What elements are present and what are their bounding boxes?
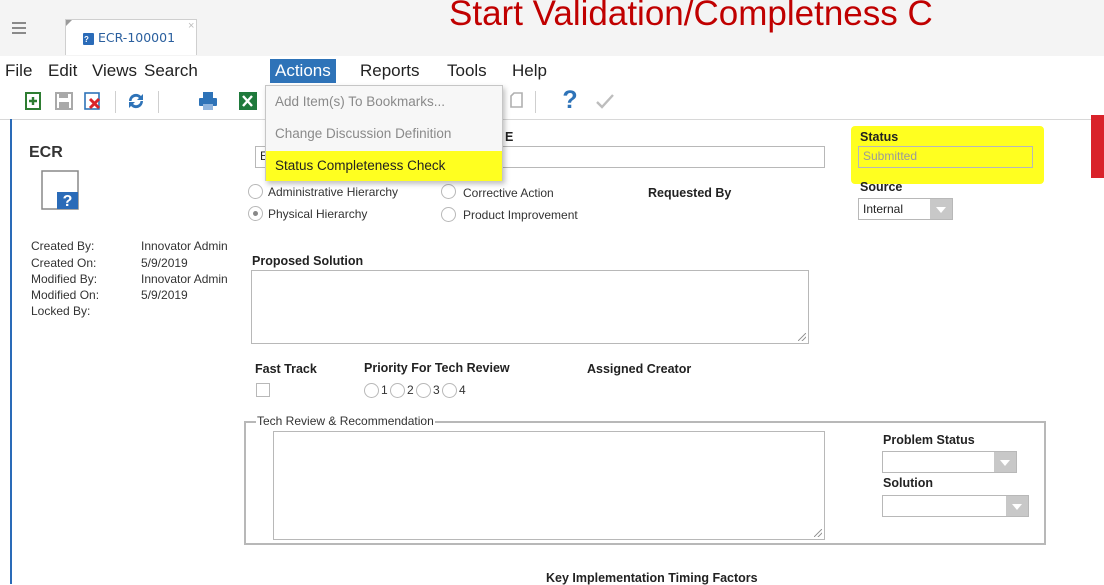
menu-actions[interactable]: Actions [270, 59, 336, 83]
ecr-document-icon: ? [41, 170, 79, 210]
svg-text:?: ? [63, 193, 73, 210]
menu-views[interactable]: Views [87, 59, 142, 83]
tech-review-legend: Tech Review & Recommendation [256, 414, 435, 428]
resize-grip-icon[interactable] [814, 529, 822, 537]
actions-dropdown: Add Item(s) To Bookmarks... Change Discu… [265, 85, 503, 181]
menu-bar: File Edit Views Search Actions Reports T… [0, 56, 1104, 85]
priority-3-label: 3 [433, 383, 440, 397]
radio-priority-2[interactable] [390, 383, 405, 398]
priority-2-label: 2 [407, 383, 414, 397]
problem-status-select[interactable] [882, 451, 1017, 473]
menu-add-to-bookmarks[interactable]: Add Item(s) To Bookmarks... [266, 87, 502, 117]
proposed-solution-textarea[interactable] [251, 270, 809, 344]
tab-label: ECR-100001 [98, 30, 176, 45]
menu-change-discussion-definition[interactable]: Change Discussion Definition [266, 119, 502, 149]
created-by-label: Created By: [31, 239, 95, 253]
timing-factors-label: Key Implementation Timing Factors [546, 571, 758, 585]
locked-by-label: Locked By: [31, 304, 91, 318]
created-by-value: Innovator Admin [141, 239, 228, 253]
fast-track-label: Fast Track [255, 362, 317, 376]
priority-label: Priority For Tech Review [364, 361, 510, 375]
corrective-action-label: Corrective Action [463, 186, 554, 200]
radio-product-improvement[interactable] [441, 207, 456, 222]
fast-track-checkbox[interactable] [256, 383, 270, 397]
radio-administrative-hierarchy[interactable] [248, 184, 263, 199]
priority-1-label: 1 [381, 383, 388, 397]
excel-icon[interactable] [237, 90, 259, 112]
chevron-down-icon[interactable] [1006, 496, 1028, 516]
refresh-icon[interactable] [125, 90, 147, 112]
priority-4-label: 4 [459, 383, 466, 397]
requested-by-label: Requested By [648, 186, 732, 200]
resize-grip-icon[interactable] [798, 333, 806, 341]
menu-search[interactable]: Search [139, 59, 203, 83]
modified-on-value: 5/9/2019 [141, 288, 188, 302]
new-icon[interactable] [23, 90, 45, 112]
item-type-title: ECR [29, 144, 63, 161]
tab-ecr[interactable]: ? ECR-100001 × [65, 19, 197, 55]
proposed-solution-label: Proposed Solution [252, 254, 364, 268]
modified-by-value: Innovator Admin [141, 272, 228, 286]
tab-close-icon[interactable]: × [188, 20, 194, 32]
product-improvement-label: Product Improvement [463, 208, 578, 222]
menu-tools[interactable]: Tools [442, 59, 492, 83]
hamburger-menu-icon[interactable] [12, 22, 26, 34]
menu-help[interactable]: Help [507, 59, 552, 83]
radio-priority-4[interactable] [442, 383, 457, 398]
chevron-down-icon[interactable] [994, 452, 1016, 472]
tech-review-textarea[interactable] [273, 431, 825, 540]
copy-icon[interactable] [505, 90, 527, 112]
toolbar-separator [158, 91, 159, 113]
help-icon[interactable]: ? [559, 87, 581, 113]
modified-by-label: Modified By: [31, 272, 98, 286]
chevron-down-icon[interactable] [930, 199, 952, 219]
menu-reports[interactable]: Reports [355, 59, 425, 83]
panel-border [10, 119, 12, 584]
toolbar-separator [115, 91, 116, 113]
problem-status-label: Problem Status [883, 433, 975, 447]
slide-title: Start Validation/Completness C [449, 0, 933, 33]
solution-label: Solution [883, 476, 933, 490]
created-on-label: Created On: [31, 256, 97, 270]
status-value: Submitted [863, 149, 918, 163]
solution-select[interactable] [882, 495, 1029, 517]
menu-status-completeness-check[interactable]: Status Completeness Check [266, 151, 502, 181]
status-field[interactable]: Submitted [858, 146, 1033, 168]
slide-marker-bar [1091, 115, 1104, 178]
toolbar: ? [0, 85, 1104, 120]
modified-on-label: Modified On: [31, 288, 100, 302]
check-icon[interactable] [594, 90, 616, 112]
source-value: Internal [863, 202, 904, 216]
delete-icon[interactable] [82, 90, 104, 112]
menu-file[interactable]: File [0, 59, 37, 83]
print-icon[interactable] [197, 90, 219, 112]
radio-priority-1[interactable] [364, 383, 379, 398]
save-icon[interactable] [53, 90, 75, 112]
toolbar-separator [535, 91, 536, 113]
ecr-number-label: E [505, 130, 514, 144]
source-label: Source [860, 180, 903, 194]
ecr-document-icon: ? [83, 33, 94, 45]
tab-corner-marker [66, 20, 72, 26]
radio-corrective-action[interactable] [441, 184, 456, 199]
created-on-value: 5/9/2019 [141, 256, 188, 270]
physical-hierarchy-label: Physical Hierarchy [268, 207, 368, 221]
menu-edit[interactable]: Edit [43, 59, 82, 83]
status-label: Status [860, 130, 899, 144]
radio-physical-hierarchy[interactable] [248, 206, 263, 221]
administrative-hierarchy-label: Administrative Hierarchy [268, 185, 399, 199]
source-select[interactable]: Internal [858, 198, 953, 220]
radio-priority-3[interactable] [416, 383, 431, 398]
assigned-creator-label: Assigned Creator [587, 362, 692, 376]
